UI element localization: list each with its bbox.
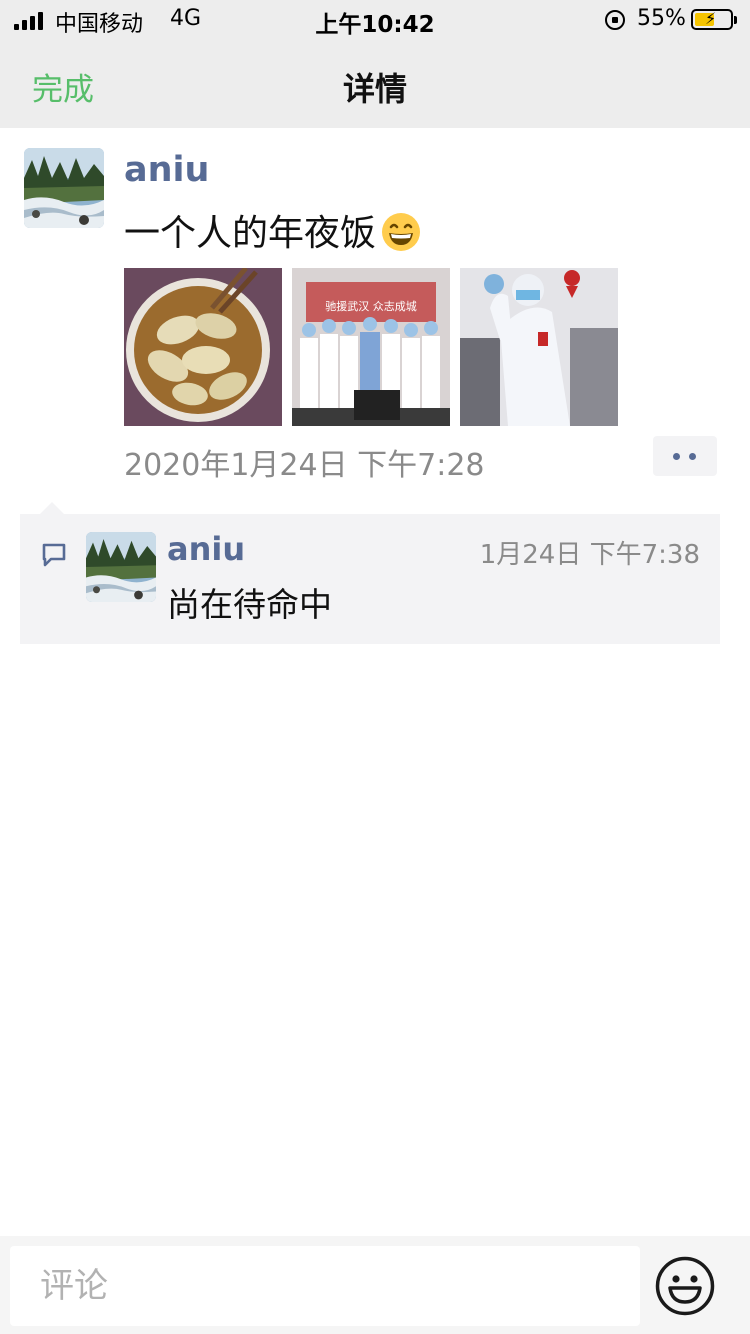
post-timestamp: 2020年1月24日 下午7:28 (124, 448, 485, 483)
comment-bubble-icon (42, 543, 66, 567)
post-text-content: 一个人的年夜饭 (124, 213, 377, 254)
post-author-avatar[interactable] (24, 148, 104, 228)
dumplings-photo (124, 268, 282, 426)
post-photo-medical-team[interactable]: 驰援武汉 众志成城 (292, 268, 450, 426)
medical-team-photo: 驰援武汉 众志成城 (292, 268, 450, 426)
status-bar: 中国移动 4G 上午10:42 55% ⚡ (0, 0, 750, 40)
comment-author-name[interactable]: aniu (167, 530, 245, 568)
battery-icon: ⚡ (691, 9, 737, 30)
comment-text[interactable]: 尚在待命中 (167, 578, 332, 626)
more-options-button[interactable] (653, 436, 717, 476)
page-title: 详情 (342, 70, 407, 108)
battery-percent: 55% (637, 6, 686, 31)
emoji-smiley-icon[interactable] (654, 1255, 716, 1317)
river-landscape-avatar (86, 532, 156, 602)
comment-input[interactable] (10, 1246, 640, 1326)
more-dots-icon (673, 453, 680, 460)
post-text: 一个人的年夜饭 (124, 204, 422, 256)
post-photo-protective-suit[interactable] (460, 268, 618, 426)
post-photo-dumplings[interactable] (124, 268, 282, 426)
post-author-name[interactable]: aniu (124, 150, 209, 190)
comment-box-pointer (40, 502, 64, 514)
banner-text: 驰援武汉 众志成城 (325, 299, 417, 313)
comment-timestamp: 1月24日 下午7:38 (479, 540, 700, 570)
river-landscape-avatar (24, 148, 104, 228)
grinning-face-icon (382, 213, 421, 251)
top-bar: 中国移动 4G 上午10:42 55% ⚡ 完成 详情 (0, 0, 750, 128)
comment-author-avatar[interactable] (86, 532, 156, 602)
protective-suit-photo (460, 268, 618, 426)
orientation-lock-icon (605, 10, 625, 30)
charging-bolt-icon: ⚡ (705, 9, 717, 28)
